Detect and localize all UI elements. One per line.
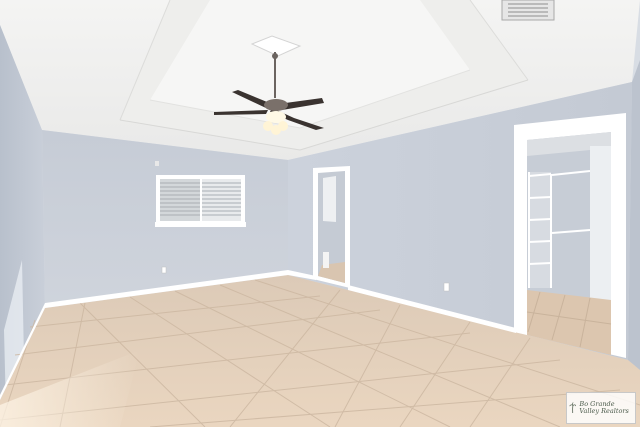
room-illustration bbox=[0, 0, 640, 427]
closet-doorway bbox=[514, 113, 626, 358]
wall-outlet bbox=[161, 266, 167, 274]
bathroom-doorway bbox=[313, 166, 350, 288]
palm-tree-icon bbox=[569, 402, 577, 413]
thermostat bbox=[155, 161, 159, 166]
wall-outlet bbox=[443, 282, 450, 292]
window bbox=[155, 175, 246, 227]
watermark-text: Bo Grande Valley Realtors bbox=[579, 400, 629, 415]
air-vent-icon bbox=[501, 0, 555, 21]
room-photo: Bo Grande Valley Realtors bbox=[0, 0, 640, 427]
realtor-watermark: Bo Grande Valley Realtors bbox=[566, 392, 636, 424]
